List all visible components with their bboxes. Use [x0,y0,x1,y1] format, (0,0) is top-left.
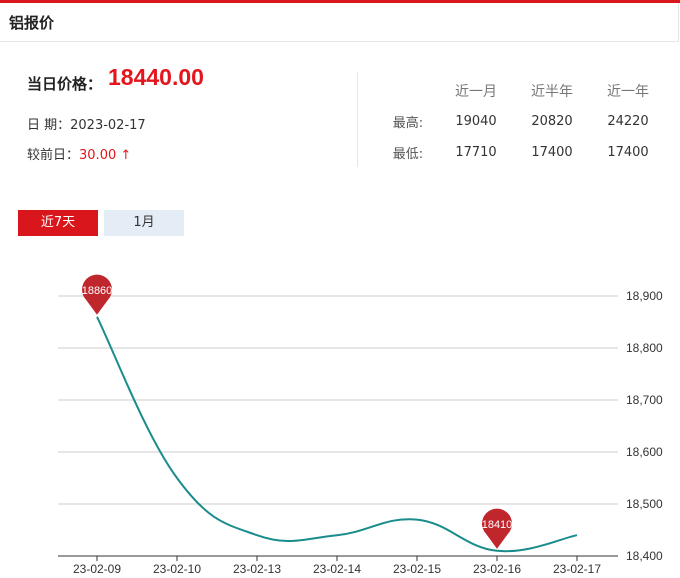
stats-cell: 17710 [455,145,497,160]
x-tick-label: 23-02-15 [393,562,441,576]
stats-row-label: 最高: [392,116,424,131]
date-label: 日 期： [27,118,71,133]
stats-row-high: 最高: 19040 20820 24220 [378,106,666,137]
up-arrow-icon: ↑ [120,148,132,163]
change-row: 较前日：30.00 ↑ [27,144,131,163]
change-value: 30.00 [79,148,117,163]
x-tick-label: 23-02-13 [233,562,281,576]
stats-row-label: 最低: [392,147,424,162]
stats-header-year: 近一年 [607,83,649,100]
pin-marker-label: 18410 [482,519,513,531]
pin-marker-label: 18860 [82,285,113,297]
stats-row-low: 最低: 17710 17400 17400 [378,137,666,168]
price-line-chart: 18,400 18,500 18,600 18,700 18,800 18,900 23-0… [58,274,663,576]
x-tick-label: 23-02-16 [473,562,521,576]
panel-title: 铝报价 [9,14,55,32]
tab-1-month[interactable]: 1月 [104,210,184,236]
y-tick-label: 18,700 [626,393,663,407]
stats-header-row: 近一月 近半年 近一年 [378,75,666,106]
stats-cell: 20820 [531,114,573,129]
tab-7-days[interactable]: 近7天 [18,210,98,236]
vertical-divider [357,72,358,167]
price-label: 当日价格： [27,75,103,93]
x-tick-label: 23-02-14 [313,562,361,576]
y-tick-label: 18,500 [626,497,663,511]
y-tick-label: 18,900 [626,289,663,303]
price-range-table: 近一月 近半年 近一年 最高: 19040 20820 24220 最低: 17… [378,75,666,168]
y-tick-label: 18,400 [626,549,663,563]
date-row: 日 期：2023-02-17 [27,114,146,133]
stats-cell: 17400 [531,145,573,160]
x-tick-label: 23-02-10 [153,562,201,576]
y-tick-label: 18,800 [626,341,663,355]
stats-cell: 24220 [607,114,649,129]
x-tick-label: 23-02-17 [553,562,601,576]
stats-cell: 19040 [455,114,497,129]
date-value: 2023-02-17 [70,118,146,133]
x-tick-label: 23-02-09 [73,562,121,576]
current-price: 18440.00 [108,64,204,90]
y-tick-label: 18,600 [626,445,663,459]
stats-header-month: 近一月 [455,83,497,100]
stats-header-half-year: 近半年 [531,83,573,100]
change-label: 较前日： [27,148,80,163]
panel-header: 铝报价 [0,3,679,42]
stats-cell: 17400 [607,145,649,160]
